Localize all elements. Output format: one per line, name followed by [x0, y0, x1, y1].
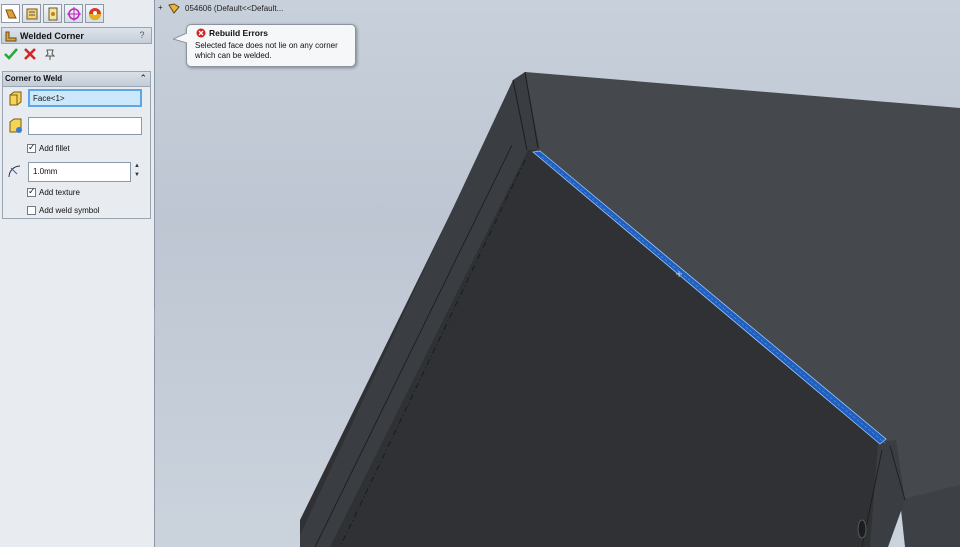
- pm-title: Welded Corner: [20, 31, 84, 41]
- part-icon: [168, 3, 180, 14]
- group-title: Corner to Weld: [5, 74, 63, 83]
- feature-manager-icon: [5, 9, 17, 19]
- face-selection-box[interactable]: Face<1>: [28, 89, 142, 107]
- dim-xpert-icon: [67, 7, 81, 21]
- property-manager-tab[interactable]: [22, 4, 41, 23]
- configuration-manager-tab[interactable]: [43, 4, 62, 23]
- tooltip-message: Selected face does not lie on any corner…: [195, 41, 338, 60]
- add-texture-label: Add texture: [39, 188, 80, 197]
- tooltip-tail: [173, 32, 187, 44]
- ok-cancel-row: [2, 47, 152, 63]
- collapse-chevron-icon[interactable]: ⌃: [139, 73, 147, 84]
- pm-header: Welded Corner ?: [1, 27, 152, 44]
- display-manager-icon: [89, 8, 101, 20]
- add-fillet-label: Add fillet: [39, 144, 70, 153]
- welded-corner-icon: [5, 31, 17, 42]
- group-header[interactable]: Corner to Weld ⌃: [3, 72, 150, 87]
- radius-spinner[interactable]: ▲ ▼: [132, 162, 142, 182]
- hole: [857, 519, 867, 539]
- expand-icon[interactable]: +: [158, 3, 163, 12]
- manager-tab-strip: [0, 4, 154, 24]
- stopping-face-box[interactable]: [28, 117, 142, 135]
- stopping-face-icon: [9, 118, 22, 133]
- add-weld-symbol-label: Add weld symbol: [39, 206, 100, 215]
- feature-manager-tab[interactable]: [1, 4, 20, 23]
- configuration-manager-icon: [48, 7, 58, 21]
- face-select-icon: [9, 91, 22, 106]
- ok-check-icon[interactable]: [4, 47, 18, 61]
- add-weld-symbol-checkbox[interactable]: [27, 206, 36, 215]
- fillet-radius-icon: [8, 165, 21, 178]
- add-texture-checkbox[interactable]: ✓: [27, 186, 36, 197]
- help-icon[interactable]: ?: [137, 30, 147, 40]
- dimxpert-manager-tab[interactable]: [64, 4, 83, 23]
- sheet-metal-model[interactable]: [155, 0, 960, 547]
- tooltip-title: Rebuild Errors: [209, 28, 269, 38]
- corner-to-weld-group: Corner to Weld ⌃ Face<1> ✓ Add fillet 1.…: [2, 71, 151, 219]
- add-fillet-checkbox[interactable]: ✓: [27, 142, 36, 153]
- display-manager-tab[interactable]: [85, 4, 104, 23]
- pushpin-icon[interactable]: [43, 47, 57, 61]
- graphics-viewport[interactable]: [155, 0, 960, 547]
- rebuild-errors-tooltip: Rebuild Errors Selected face does not li…: [173, 24, 356, 67]
- error-icon: [196, 28, 206, 38]
- fillet-radius-input[interactable]: 1.0mm: [28, 162, 131, 182]
- cancel-x-icon[interactable]: [23, 47, 37, 61]
- property-manager-icon: [26, 8, 38, 20]
- tree-item-label: 054606 (Default<<Default...: [185, 4, 284, 13]
- property-manager-panel: Welded Corner ? Corner to Weld ⌃ Face<1>…: [0, 0, 155, 547]
